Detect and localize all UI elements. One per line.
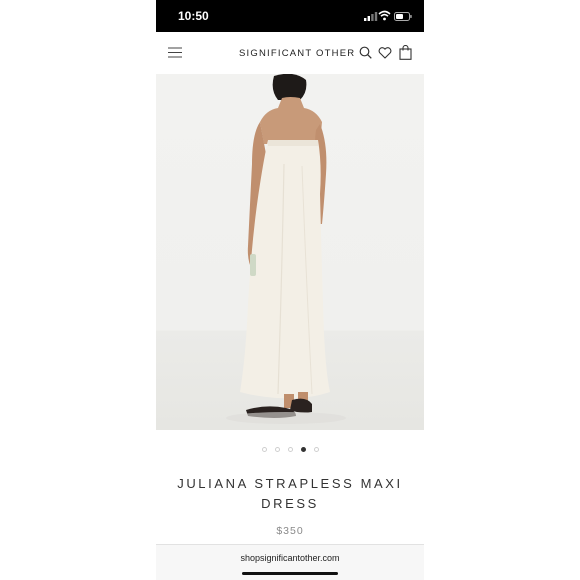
browser-address-bar[interactable]: shopsignificantother.com bbox=[156, 544, 424, 580]
battery-icon bbox=[394, 12, 412, 21]
home-indicator bbox=[242, 572, 338, 575]
phone-screen: 10:50 SIGNIFICANT OTHER JULIANA STRAPLES… bbox=[156, 0, 424, 580]
menu-icon[interactable] bbox=[168, 47, 182, 58]
model-figure bbox=[226, 74, 346, 424]
image-carousel-dots bbox=[156, 443, 424, 455]
status-time: 10:50 bbox=[178, 9, 209, 23]
signal-icon bbox=[364, 12, 378, 21]
wifi-icon bbox=[378, 10, 391, 21]
site-header: SIGNIFICANT OTHER bbox=[156, 32, 424, 75]
heart-icon[interactable] bbox=[378, 47, 392, 59]
carousel-dot[interactable] bbox=[313, 446, 319, 452]
carousel-dot-active[interactable] bbox=[300, 446, 306, 452]
bag-icon[interactable] bbox=[399, 45, 412, 60]
carousel-dot[interactable] bbox=[287, 446, 293, 452]
carousel-dot[interactable] bbox=[261, 446, 267, 452]
product-price: $350 bbox=[276, 525, 304, 537]
status-bar: 10:50 bbox=[156, 0, 424, 32]
search-icon[interactable] bbox=[359, 46, 372, 59]
product-title: JULIANA STRAPLESS MAXI DRESS bbox=[177, 476, 403, 511]
product-image[interactable] bbox=[156, 74, 424, 430]
carousel-dot[interactable] bbox=[274, 446, 280, 452]
brand-logo[interactable]: SIGNIFICANT OTHER bbox=[239, 48, 355, 59]
url-text[interactable]: shopsignificantother.com bbox=[156, 553, 424, 563]
